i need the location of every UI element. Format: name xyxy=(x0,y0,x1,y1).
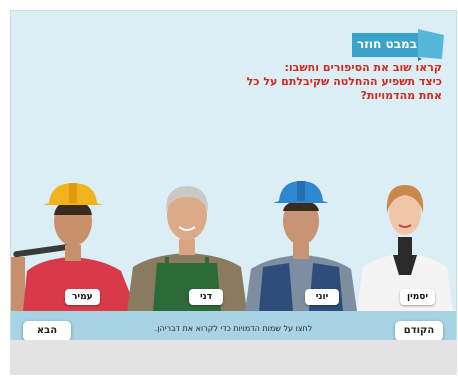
footer-strip xyxy=(10,340,457,375)
previous-button[interactable]: הקודם xyxy=(395,321,443,340)
section-title: במבט חוזר xyxy=(356,37,418,51)
question-line: אחת מהדמויות? xyxy=(360,89,442,102)
activity-frame: במבט חוזר קראו שוב את הסיפורים וחשבו: כי… xyxy=(10,10,457,340)
instruction-text: לחצו על שמות הדמויות כדי לקרוא את דבריהן… xyxy=(154,324,313,333)
question-text: קראו שוב את הסיפורים וחשבו: כיצד תשפיע ה… xyxy=(212,61,442,103)
character-yoni-button[interactable]: יוני xyxy=(305,289,339,305)
character-dani-button[interactable]: דני xyxy=(189,289,223,305)
character-yoni-image xyxy=(245,181,357,311)
question-line: קראו שוב את הסיפורים וחשבו: xyxy=(284,61,442,74)
character-amir-button[interactable]: עמיר xyxy=(65,289,100,305)
next-button[interactable]: הבא xyxy=(23,321,71,340)
navigation-bar: הבא לחצו על שמות הדמויות כדי לקרוא את דב… xyxy=(11,311,456,340)
character-yasmin-button[interactable]: יסמין xyxy=(400,289,436,305)
question-line: כיצד תשפיע ההחלטה שקיבלתם על כל xyxy=(246,75,442,88)
characters-row: עמיר דני יוני יסמין xyxy=(11,171,456,311)
section-tag: במבט חוזר xyxy=(352,29,444,61)
character-dani-image xyxy=(127,186,247,311)
